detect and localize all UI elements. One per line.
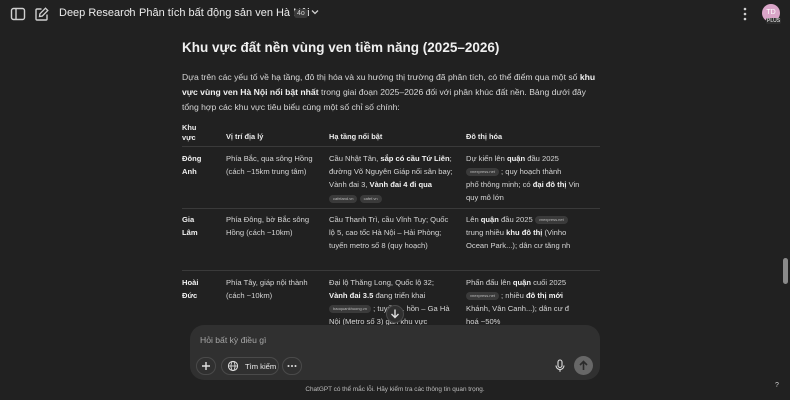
table-cell-location: Phía Đông, bờ Bắc sông Hồng (cách ~10km) — [226, 215, 310, 237]
more-tools-button[interactable] — [282, 357, 302, 375]
table-divider — [182, 208, 600, 209]
top-bar: Deep Research › Phân tích bất động sản v… — [0, 0, 790, 28]
table-header-infrastructure: Hạ tầng nổi bật — [329, 132, 383, 141]
source-chip[interactable]: cafef.vn — [359, 195, 382, 203]
search-button[interactable]: Tìm kiếm — [221, 357, 279, 375]
more-options-icon[interactable] — [740, 6, 750, 22]
table-cell-urbanization: Phấn đấu lên quận cuối 2025 vnexpress.ne… — [466, 278, 570, 326]
table-row-name: Đông Anh — [182, 154, 202, 176]
source-chip[interactable]: cafeland.vn — [329, 195, 358, 203]
chat-title[interactable]: Phân tích bất động sản ven Hà Nội — [139, 7, 310, 19]
arrow-up-icon — [579, 360, 588, 370]
search-button-label: Tìm kiếm — [245, 362, 277, 371]
scroll-to-bottom-button[interactable] — [386, 305, 404, 323]
source-chip[interactable]: vnexpress.net — [534, 216, 568, 224]
table-row-name: Hoài Đức — [182, 278, 199, 300]
plan-badge: PLUS — [766, 18, 782, 24]
model-badge[interactable]: 4o — [294, 9, 308, 18]
table-divider — [182, 270, 600, 271]
source-chip[interactable]: vnexpress.net — [466, 168, 499, 176]
table-row-name: Gia Lâm — [182, 215, 198, 237]
table-divider — [182, 146, 600, 147]
breadcrumb-app-title[interactable]: Deep Research — [59, 7, 135, 19]
send-button[interactable] — [574, 356, 593, 375]
source-chip[interactable]: vnexpress.net — [466, 292, 499, 300]
help-icon[interactable]: ? — [775, 382, 779, 389]
table-header-urbanization: Đô thị hóa — [466, 132, 503, 141]
attach-button[interactable] — [196, 357, 216, 375]
scrollbar-thumb[interactable] — [783, 258, 788, 284]
table-cell-location: Phía Bắc, qua sông Hồng (cách ~15km trun… — [226, 154, 313, 176]
table-cell-location: Phía Tây, giáp nội thành (cách ~10km) — [226, 278, 308, 300]
disclaimer-note: ChatGPT có thể mắc lỗi. Hãy kiểm tra các… — [305, 386, 485, 393]
section-title: Khu vực đất nền vùng ven tiềm năng (2025… — [182, 40, 500, 55]
chevron-down-icon[interactable] — [310, 7, 320, 17]
ellipsis-icon — [287, 365, 297, 367]
microphone-icon[interactable] — [554, 359, 566, 373]
globe-icon — [227, 360, 239, 372]
plus-icon — [202, 362, 210, 370]
prompt-input[interactable] — [200, 333, 580, 347]
composer: Tìm kiếm — [190, 325, 600, 380]
intro-paragraph: Dựa trên các yếu tố về hạ tầng, đô thị h… — [182, 72, 596, 113]
table-cell-infrastructure: Cầu Nhật Tân, sắp có cầu Tứ Liên; đường … — [329, 154, 453, 203]
table-header-area: Khu vực — [182, 123, 197, 142]
new-chat-icon[interactable] — [34, 6, 50, 22]
content-area: Khu vực đất nền vùng ven tiềm năng (2025… — [182, 38, 600, 58]
table-cell-urbanization: Dự kiến lên quận đầu 2025 vnexpress.net … — [466, 154, 580, 202]
regions-table: Khu vực Vị trí địa lý Hạ tầng nổi bật Đô… — [182, 120, 600, 330]
scrollbar-track[interactable] — [782, 28, 788, 383]
table-header-location: Vị trí địa lý — [226, 132, 264, 141]
source-chip[interactable]: baoquankhuong.vn — [329, 305, 372, 313]
arrow-down-icon — [391, 309, 399, 319]
table-cell-infrastructure: Cầu Thanh Trì, cầu Vĩnh Tuy; Quốc lộ 5, … — [329, 215, 449, 250]
breadcrumb-separator-icon: › — [127, 6, 131, 18]
table-cell-urbanization: Lên quận đầu 2025 vnexpress.net trung nh… — [466, 215, 571, 250]
sidebar-toggle-icon[interactable] — [10, 6, 26, 22]
